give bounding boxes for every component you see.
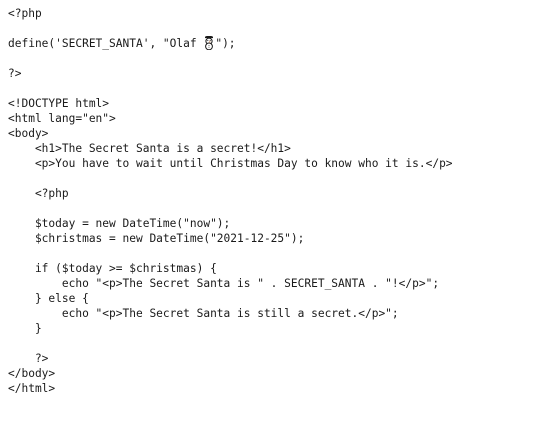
code-line: <p>You have to wait until Christmas Day … [8,157,453,170]
code-line: echo "<p>The Secret Santa is still a sec… [8,307,399,320]
code-line: <?php [8,7,42,20]
code-block: <?php define('SECRET_SANTA', "Olaf "); ?… [8,6,533,396]
snowman-icon [203,36,215,51]
code-line: echo "<p>The Secret Santa is " . SECRET_… [8,277,440,290]
code-line: } [8,322,42,335]
code-line: ?> [8,67,22,80]
code-line: <html lang="en"> [8,112,116,125]
code-text: define('SECRET_SANTA', "Olaf [8,37,204,50]
code-line: ?> [8,352,49,365]
code-line: $today = new DateTime("now"); [8,217,231,230]
code-line: <?php [8,187,69,200]
code-line: <!DOCTYPE html> [8,97,110,110]
code-line-define: define('SECRET_SANTA', "Olaf "); [8,36,533,51]
code-line: if ($today >= $christmas) { [8,262,217,275]
code-line: <body> [8,127,49,140]
code-line: } else { [8,292,89,305]
code-line: $christmas = new DateTime("2021-12-25"); [8,232,305,245]
code-line: </html> [8,382,56,395]
code-line: </body> [8,367,56,380]
code-text: "); [215,37,236,50]
code-line: <h1>The Secret Santa is a secret!</h1> [8,142,291,155]
